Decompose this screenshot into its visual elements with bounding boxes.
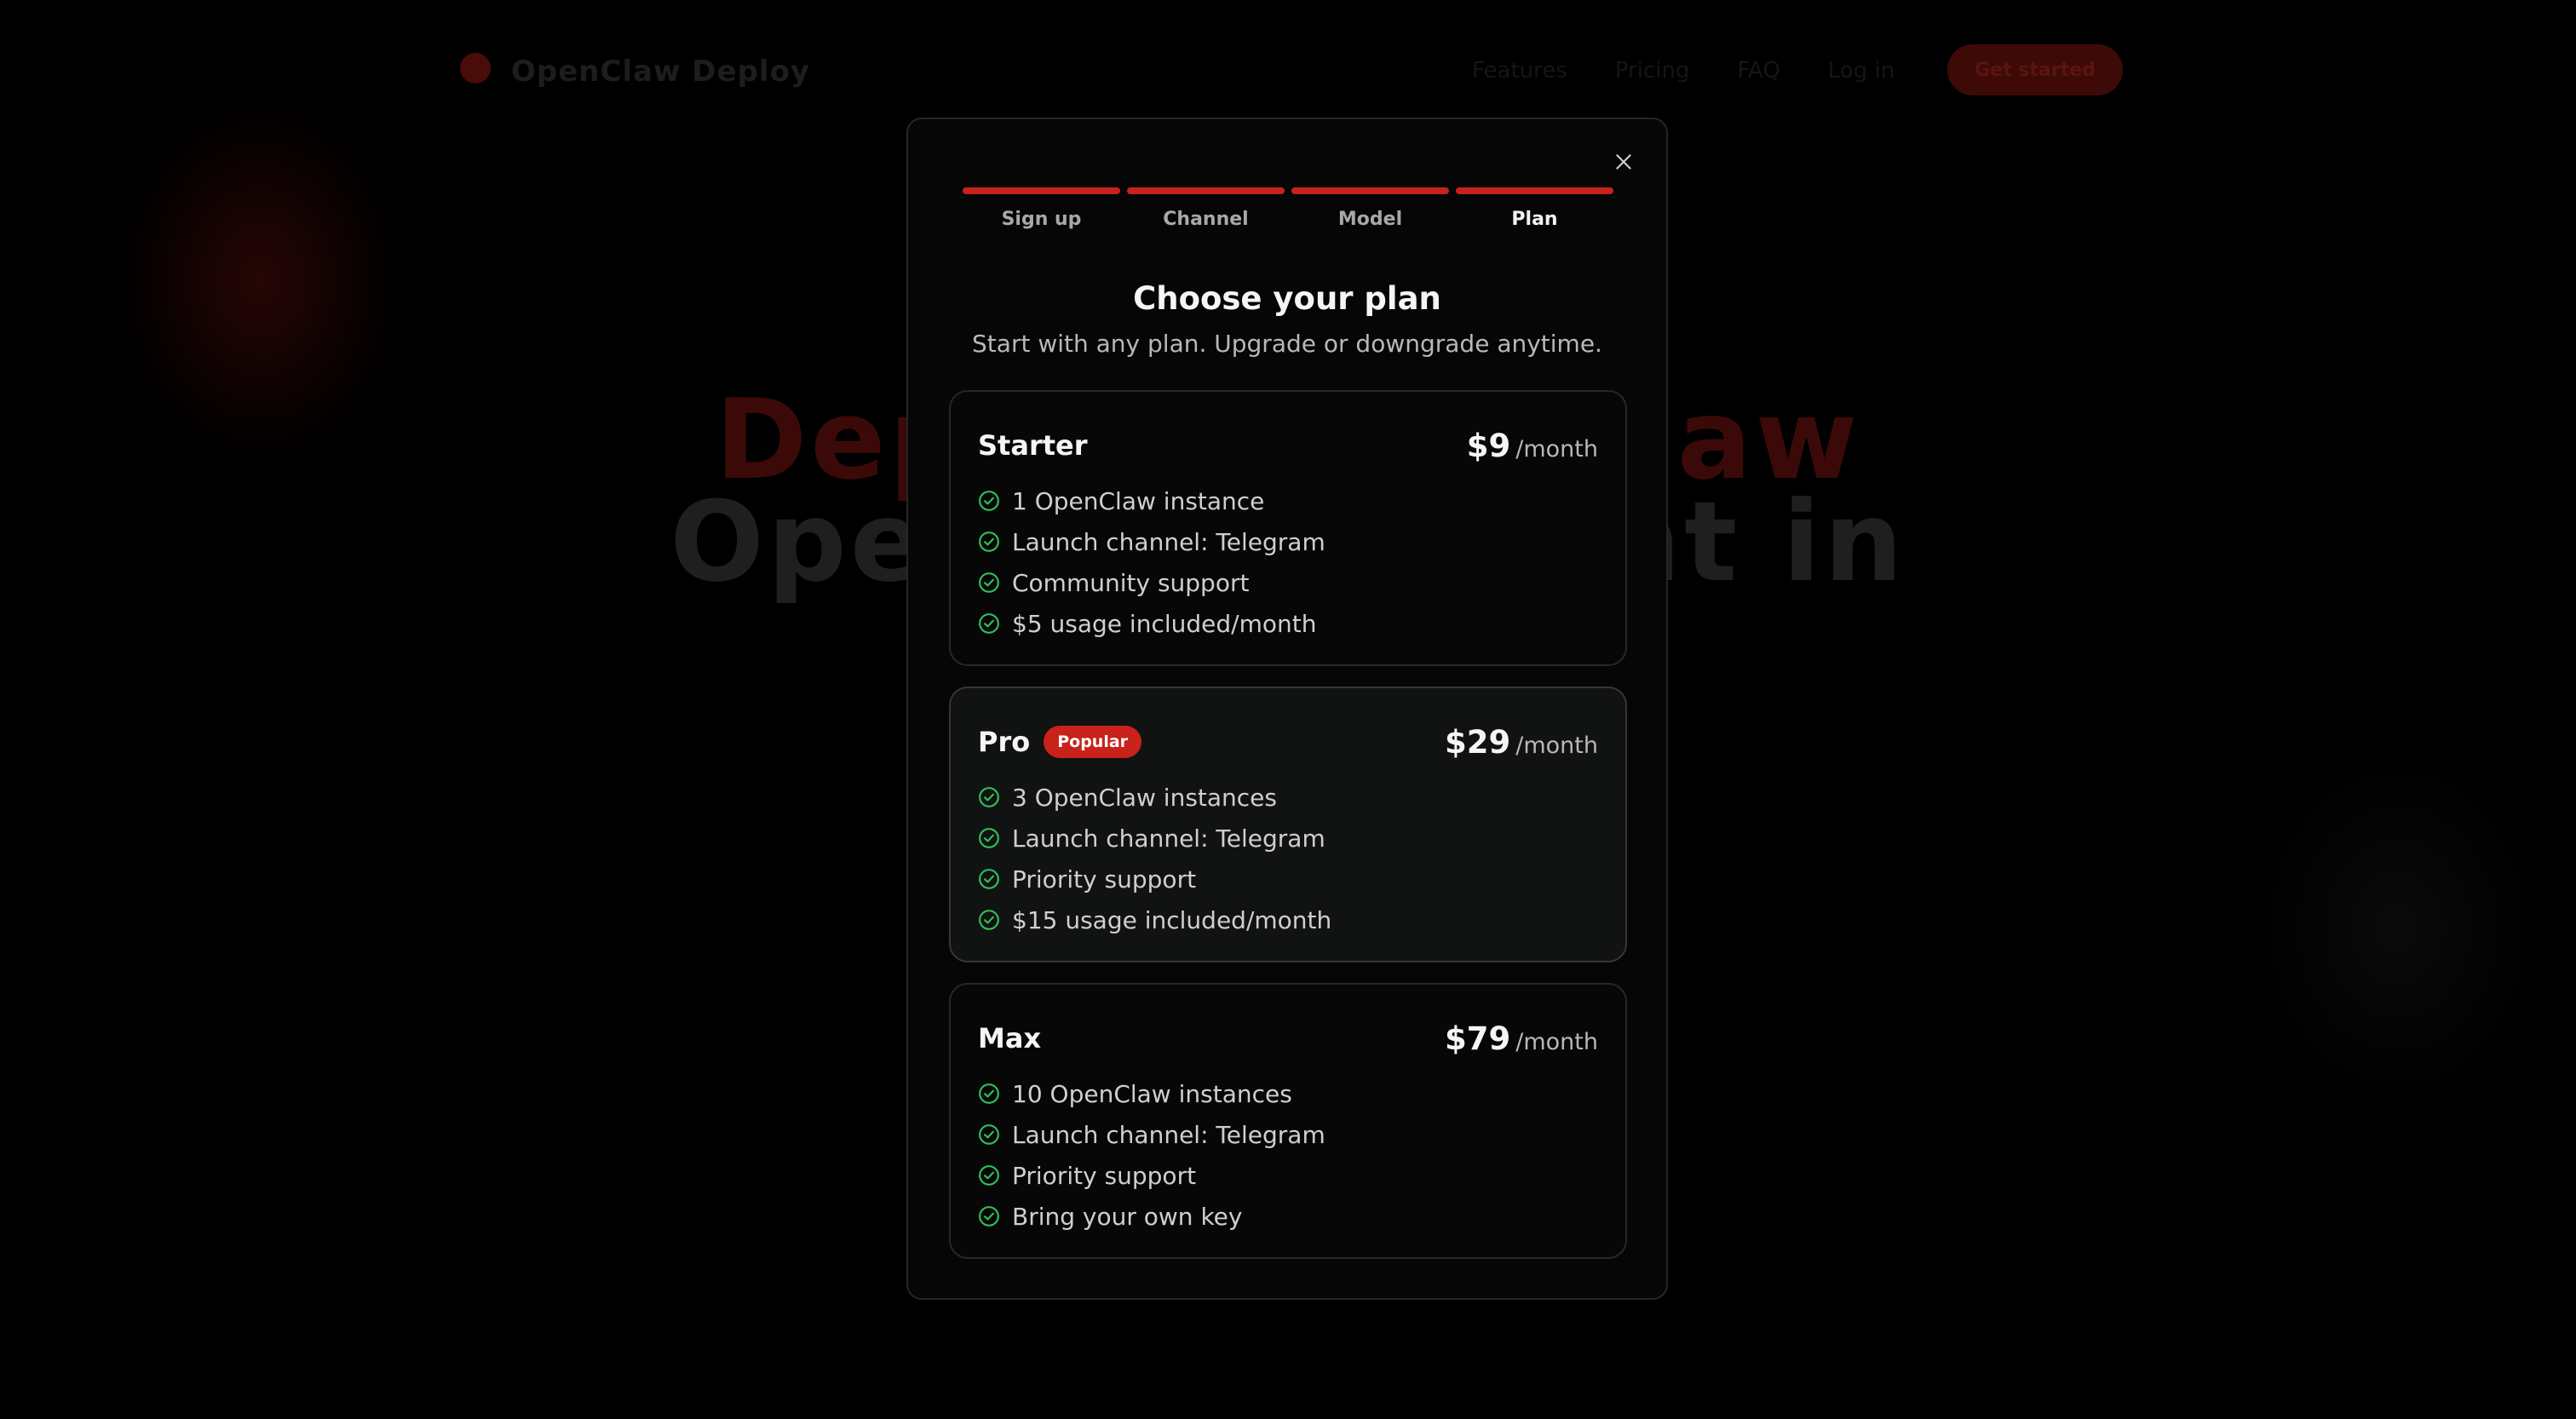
plan-card-max[interactable]: Max $79 /month 10 OpenClaw instances Lau…	[949, 983, 1627, 1259]
plan-name-wrap: Max	[978, 1022, 1041, 1054]
step-progress-bar	[1291, 187, 1449, 194]
check-circle-icon	[979, 787, 999, 807]
nav-link-pricing: Pricing	[1614, 58, 1690, 83]
plan-price: $29 /month	[1445, 724, 1598, 761]
nav-links: Features Pricing FAQ Log in	[1472, 58, 1895, 83]
progress-steps: Sign up Channel Model Plan	[963, 187, 1613, 231]
step-progress-bar	[1456, 187, 1613, 194]
feature-text: 1 OpenClaw instance	[1012, 486, 1265, 515]
check-circle-icon	[979, 613, 999, 634]
check-circle-icon	[979, 869, 999, 889]
plan-name-wrap: Starter	[978, 429, 1088, 462]
plan-price: $79 /month	[1445, 1020, 1598, 1057]
plan-name: Pro	[978, 726, 1031, 758]
price-period: /month	[1515, 732, 1598, 759]
feature-item: Bring your own key	[978, 1196, 1325, 1237]
price-period: /month	[1515, 435, 1598, 462]
feature-text: Launch channel: Telegram	[1012, 527, 1325, 556]
feature-item: 3 OpenClaw instances	[978, 777, 1331, 818]
check-circle-icon	[979, 828, 999, 848]
feature-list: 10 OpenClaw instances Launch channel: Te…	[978, 1073, 1325, 1237]
feature-item: Launch channel: Telegram	[978, 521, 1325, 562]
step-label: Model	[1337, 209, 1403, 230]
check-circle-icon	[979, 1165, 999, 1186]
close-button[interactable]	[1607, 145, 1641, 179]
price-amount: $9	[1466, 427, 1511, 464]
step-label: Channel	[1163, 209, 1249, 230]
check-circle-icon	[979, 1206, 999, 1227]
feature-text: Community support	[1012, 568, 1250, 597]
feature-item: Launch channel: Telegram	[978, 818, 1331, 859]
background-glow-right	[2252, 750, 2542, 1107]
feature-item: Priority support	[978, 1155, 1325, 1196]
modal-title: Choose your plan	[1133, 280, 1441, 317]
plan-header: Starter $9 /month	[978, 426, 1598, 465]
feature-text: Priority support	[1012, 865, 1197, 893]
feature-list: 1 OpenClaw instance Launch channel: Tele…	[978, 480, 1325, 644]
check-circle-icon	[979, 910, 999, 930]
feature-item: $5 usage included/month	[978, 603, 1325, 644]
step-model: Model	[1291, 187, 1449, 231]
brand-name: OpenClaw Deploy	[511, 55, 811, 89]
plan-modal: Sign up Channel Model Plan Choose your p…	[906, 118, 1668, 1300]
check-circle-icon	[979, 1083, 999, 1104]
feature-text: $15 usage included/month	[1012, 905, 1332, 934]
feature-text: $5 usage included/month	[1012, 609, 1317, 638]
logo-icon	[460, 53, 491, 83]
modal-subtitle: Start with any plan. Upgrade or downgrad…	[972, 330, 1602, 358]
feature-item: Community support	[978, 562, 1325, 603]
feature-item: 1 OpenClaw instance	[978, 480, 1325, 521]
feature-text: 3 OpenClaw instances	[1012, 783, 1277, 812]
close-icon	[1616, 154, 1631, 169]
nav-link-features: Features	[1472, 58, 1567, 83]
check-circle-icon	[979, 1124, 999, 1145]
feature-text: Bring your own key	[1012, 1202, 1243, 1231]
check-circle-icon	[979, 572, 999, 593]
feature-list: 3 OpenClaw instances Launch channel: Tel…	[978, 777, 1331, 940]
step-label: Plan	[1511, 209, 1558, 230]
step-plan: Plan	[1456, 187, 1613, 231]
price-amount: $29	[1445, 723, 1511, 761]
step-progress-bar	[1127, 187, 1285, 194]
plan-name-wrap: Pro Popular	[978, 726, 1142, 758]
feature-text: Launch channel: Telegram	[1012, 824, 1325, 853]
plan-header: Max $79 /month	[978, 1019, 1598, 1058]
plan-price: $9 /month	[1467, 428, 1598, 464]
price-amount: $79	[1445, 1020, 1511, 1057]
plan-header: Pro Popular $29 /month	[978, 722, 1598, 761]
feature-text: 10 OpenClaw instances	[1012, 1079, 1292, 1108]
step-channel: Channel	[1127, 187, 1285, 231]
page: OpenClaw Deploy Features Pricing FAQ Log…	[0, 0, 2576, 1419]
nav-cta-button: Get started	[1947, 44, 2123, 95]
feature-item: 10 OpenClaw instances	[978, 1073, 1325, 1114]
nav-link-faq: FAQ	[1737, 58, 1780, 83]
step-label: Sign up	[1001, 209, 1082, 230]
check-circle-icon	[979, 491, 999, 511]
feature-text: Priority support	[1012, 1161, 1197, 1190]
plan-name: Max	[978, 1022, 1042, 1054]
feature-text: Launch channel: Telegram	[1012, 1120, 1325, 1149]
feature-item: $15 usage included/month	[978, 899, 1331, 940]
plan-name: Starter	[978, 429, 1088, 462]
plan-card-starter[interactable]: Starter $9 /month 1 OpenClaw instance La…	[949, 390, 1627, 666]
check-circle-icon	[979, 531, 999, 552]
plan-list: Starter $9 /month 1 OpenClaw instance La…	[949, 390, 1627, 1279]
nav-link-login: Log in	[1827, 58, 1895, 83]
feature-item: Launch channel: Telegram	[978, 1114, 1325, 1155]
price-period: /month	[1515, 1028, 1598, 1055]
step-progress-bar	[963, 187, 1120, 194]
step-sign-up: Sign up	[963, 187, 1120, 231]
feature-item: Priority support	[978, 859, 1331, 899]
plan-card-pro[interactable]: Pro Popular $29 /month 3 OpenClaw instan…	[949, 687, 1627, 962]
popular-badge: Popular	[1044, 726, 1142, 758]
